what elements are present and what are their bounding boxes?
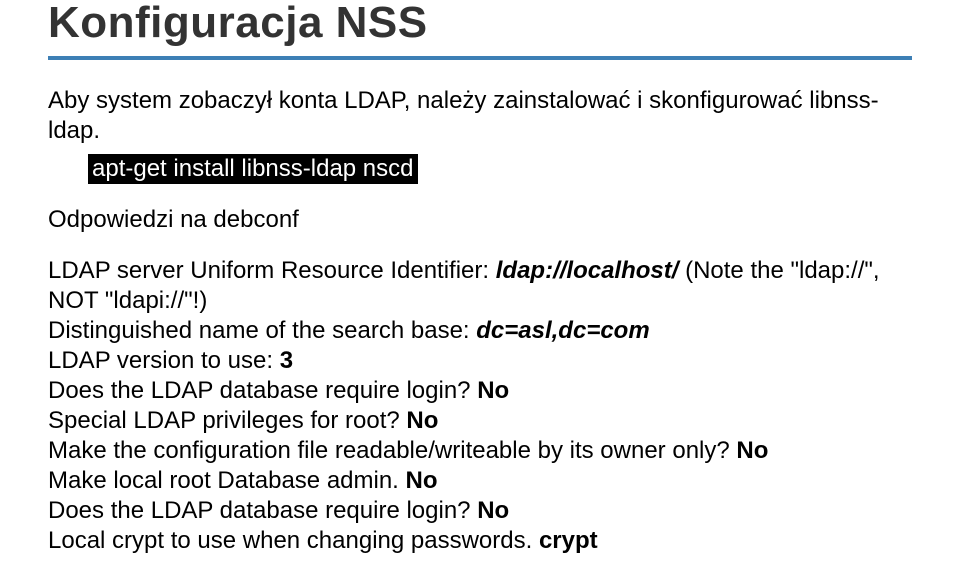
qa-line-2: Distinguished name of the search base: d… — [48, 316, 912, 346]
qa-text: Does the LDAP database require login? — [48, 497, 477, 524]
qa-text: LDAP version to use: — [48, 347, 280, 374]
title-block: Konfiguracja NSS — [48, 0, 912, 60]
qa-text: Make local root Database admin. — [48, 467, 406, 494]
qa-value: No — [406, 467, 438, 494]
qa-value: No — [736, 437, 768, 464]
slide: Konfiguracja NSS Aby system zobaczył kon… — [0, 0, 960, 564]
qa-value: dc=asl,dc=com — [476, 317, 649, 344]
qa-text: Distinguished name of the search base: — [48, 317, 476, 344]
title-underline — [48, 56, 912, 60]
qa-block: LDAP server Uniform Resource Identifier:… — [48, 256, 912, 556]
qa-line-7: Make local root Database admin. No — [48, 466, 912, 496]
qa-value: 3 — [280, 347, 293, 374]
qa-line-6: Make the configuration file readable/wri… — [48, 436, 912, 466]
qa-text: Does the LDAP database require login? — [48, 377, 477, 404]
qa-value: No — [406, 407, 438, 434]
qa-value: No — [477, 497, 509, 524]
qa-line-3: LDAP version to use: 3 — [48, 346, 912, 376]
qa-value: crypt — [539, 527, 598, 554]
qa-text: Make the configuration file readable/wri… — [48, 437, 736, 464]
qa-line-4: Does the LDAP database require login? No — [48, 376, 912, 406]
qa-text: Local crypt to use when changing passwor… — [48, 527, 539, 554]
qa-text: LDAP server Uniform Resource Identifier: — [48, 257, 496, 284]
qa-line-5: Special LDAP privileges for root? No — [48, 406, 912, 436]
qa-line-9: Local crypt to use when changing passwor… — [48, 526, 912, 556]
subheading: Odpowiedzi na debconf — [48, 206, 912, 234]
qa-text: Special LDAP privileges for root? — [48, 407, 406, 434]
slide-title: Konfiguracja NSS — [48, 0, 912, 46]
qa-line-8: Does the LDAP database require login? No — [48, 496, 912, 526]
qa-value: No — [477, 377, 509, 404]
command-block: apt-get install libnss-ldap nscd — [48, 154, 912, 184]
qa-line-1: LDAP server Uniform Resource Identifier:… — [48, 256, 912, 316]
qa-value: ldap://localhost/ — [496, 257, 679, 284]
command-text: apt-get install libnss-ldap nscd — [88, 154, 418, 184]
lead-paragraph: Aby system zobaczył konta LDAP, należy z… — [48, 86, 912, 146]
